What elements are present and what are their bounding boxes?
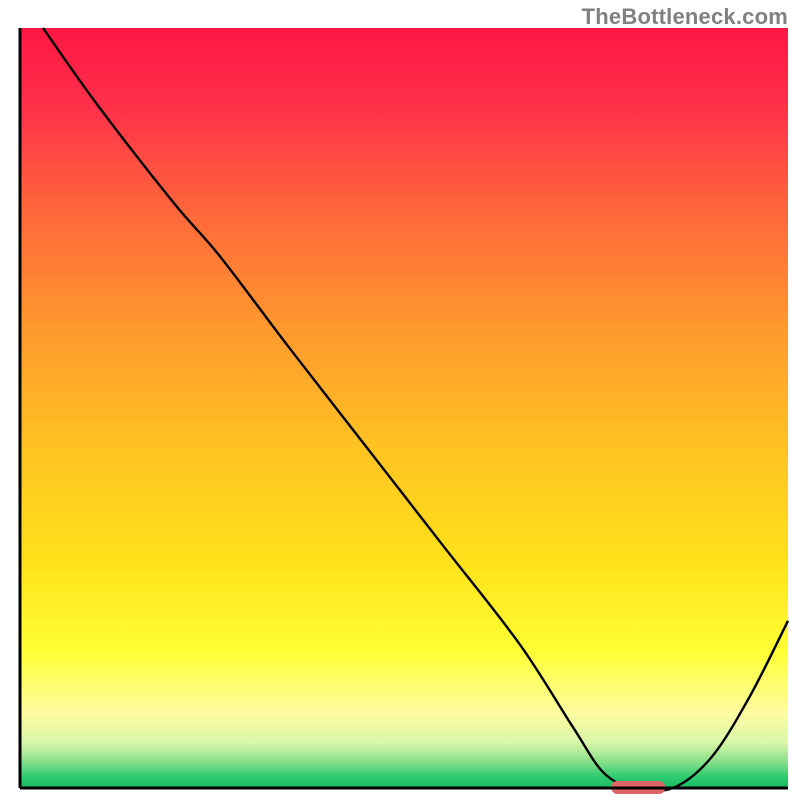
chart-svg: [0, 0, 800, 800]
watermark-text: TheBottleneck.com: [582, 4, 788, 30]
plot-background: [20, 28, 788, 788]
bottleneck-chart: TheBottleneck.com: [0, 0, 800, 800]
